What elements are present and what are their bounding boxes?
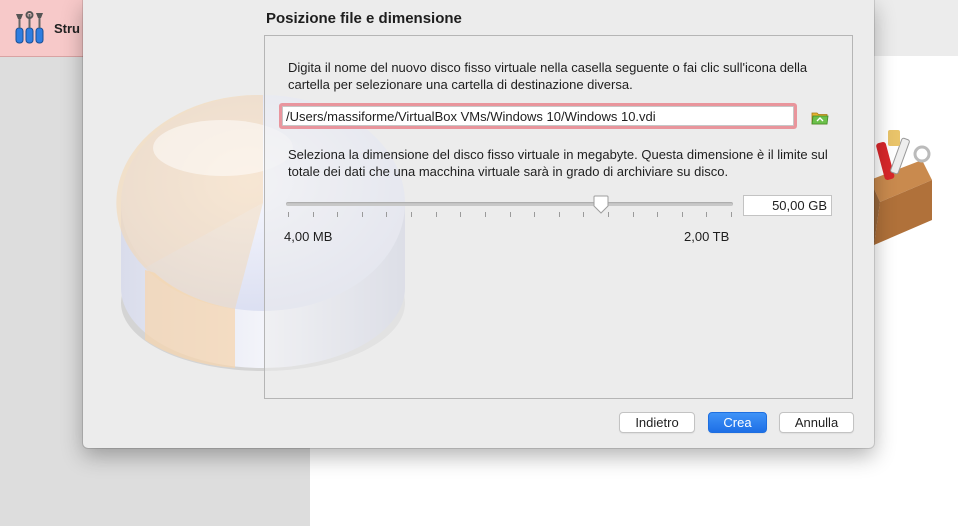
folder-icon[interactable]	[811, 109, 829, 127]
slider-tick	[411, 212, 412, 217]
slider-tick	[460, 212, 461, 217]
slider-tick	[534, 212, 535, 217]
slider-tick	[386, 212, 387, 217]
file-path-input[interactable]: /Users/massiforme/VirtualBox VMs/Windows…	[282, 106, 794, 126]
slider-tick	[362, 212, 363, 217]
slider-track	[286, 202, 733, 206]
content-panel: Digita il nome del nuovo disco fisso vir…	[264, 35, 853, 399]
slider-tick	[485, 212, 486, 217]
slider-max-label: 2,00 TB	[684, 229, 730, 244]
slider-tick	[682, 212, 683, 217]
slider-tick	[510, 212, 511, 217]
slider-tick	[436, 212, 437, 217]
location-description: Digita il nome del nuovo disco fisso vir…	[288, 60, 808, 92]
slider-tick	[706, 212, 707, 217]
slider-tick	[288, 212, 289, 217]
disk-size-input[interactable]: 50,00 GB	[743, 195, 832, 216]
sidebar-item-tools-label: Stru	[54, 21, 80, 36]
slider-thumb[interactable]	[592, 195, 610, 215]
tools-icon	[15, 11, 44, 44]
create-virtual-disk-dialog: Posizione file e dimensione Digita il no…	[83, 0, 874, 448]
slider-tick	[337, 212, 338, 217]
create-button[interactable]: Crea	[708, 412, 767, 433]
slider-tick	[731, 212, 732, 217]
cancel-button[interactable]: Annulla	[779, 412, 854, 433]
slider-min-label: 4,00 MB	[284, 229, 333, 244]
dialog-title: Posizione file e dimensione	[266, 10, 462, 27]
size-description: Seleziona la dimensione del disco fisso …	[288, 147, 828, 179]
slider-tick	[583, 212, 584, 217]
slider-tick	[633, 212, 634, 217]
disk-size-slider[interactable]	[286, 195, 733, 221]
back-button[interactable]: Indietro	[619, 412, 695, 433]
slider-tick	[559, 212, 560, 217]
slider-tick	[657, 212, 658, 217]
toolbox-icon	[862, 130, 932, 245]
slider-tick	[313, 212, 314, 217]
